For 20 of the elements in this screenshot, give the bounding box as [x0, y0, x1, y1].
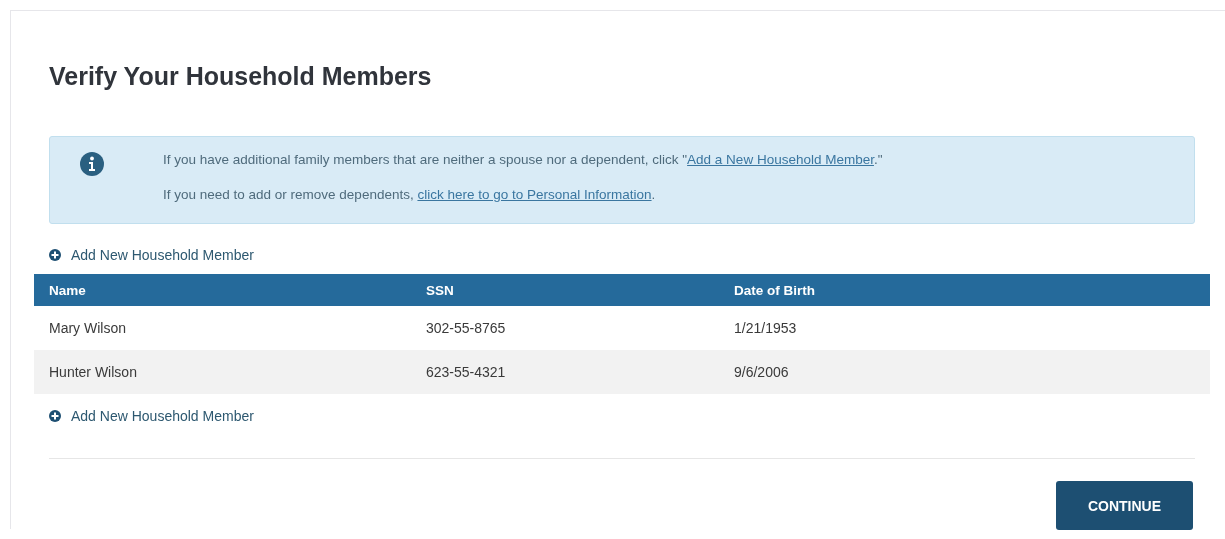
plus-circle-icon — [49, 249, 61, 261]
table-cell-text: Hunter Wilson — [49, 364, 138, 380]
plus-circle-icon — [49, 410, 61, 422]
page-title: Verify Your Household Members — [49, 61, 433, 92]
continue-button[interactable]: CONTINUE — [1056, 481, 1193, 530]
table-cell-text: 302-55-8765 — [426, 320, 507, 336]
table-cell: 9/6/2006 — [734, 364, 789, 380]
column-header: Name — [49, 282, 87, 298]
table-cell: 1/21/1953 — [734, 320, 797, 336]
info-link[interactable]: Add a New Household Member — [687, 152, 874, 167]
info-link[interactable]: click here to go to Personal Information — [417, 187, 652, 202]
table-cell-text: 623-55-4321 — [426, 364, 507, 380]
info-text: If you need to add or remove dependents, click here to go to Personal Information. — [163, 186, 657, 204]
add-member-link[interactable]: Add New Household Member — [49, 246, 254, 264]
info-icon — [80, 152, 104, 176]
info-text: If you have additional family members that are neither a spouse nor a dependent, click "Add a New Household Member." — [163, 151, 883, 169]
column-header: SSN — [426, 282, 455, 298]
column-header: Date of Birth — [734, 282, 815, 298]
table-cell-text: Mary Wilson — [49, 320, 127, 336]
add-member-link[interactable]: Add New Household Member — [49, 407, 254, 425]
